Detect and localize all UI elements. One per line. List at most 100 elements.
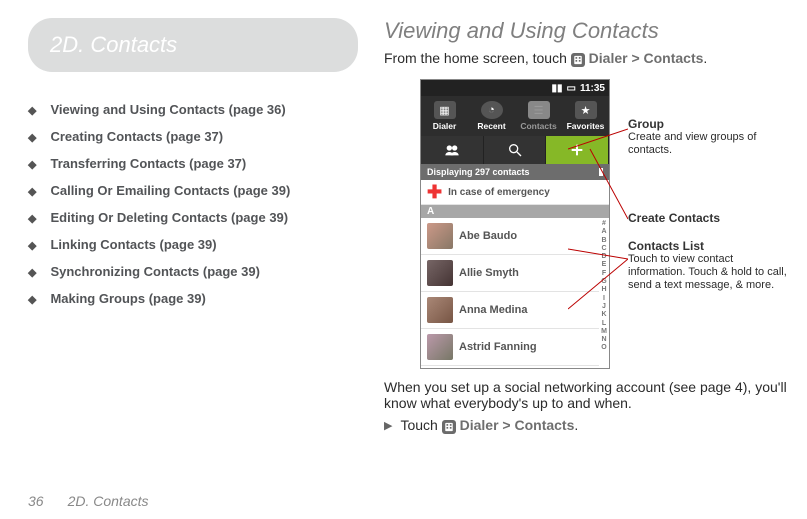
- contact-row[interactable]: Allie Smyth: [421, 255, 599, 292]
- bullet-icon: ◆: [28, 264, 36, 282]
- avatar: [427, 260, 453, 286]
- dialer-icon: [442, 420, 456, 434]
- index-char[interactable]: E: [602, 261, 607, 269]
- recent-tab-icon: ◔: [481, 101, 503, 119]
- index-char[interactable]: L: [602, 320, 606, 328]
- toc-item[interactable]: Editing Or Deleting Contacts (page 39): [50, 210, 288, 225]
- bullet-icon: ◆: [28, 210, 36, 228]
- index-char[interactable]: G: [601, 278, 606, 286]
- index-char[interactable]: M: [601, 328, 607, 336]
- callout-create-title: Create Contacts: [628, 211, 720, 225]
- tab-favorites[interactable]: ★ Favorites: [562, 96, 609, 136]
- bullet-icon: ◆: [28, 291, 36, 309]
- intro-part-c: .: [703, 50, 707, 66]
- status-bar: ▮▮ ▭ 11:35: [421, 80, 609, 96]
- callout-list-title: Contacts List: [628, 239, 790, 253]
- tab-recent[interactable]: ◔ Recent: [468, 96, 515, 136]
- dialer-icon: [571, 53, 585, 67]
- index-char[interactable]: J: [602, 303, 606, 311]
- contact-row[interactable]: Astrid Fanning: [421, 329, 599, 366]
- intro-path: Dialer > Contacts: [589, 50, 704, 66]
- callout-group-title: Group: [628, 117, 790, 131]
- contact-row[interactable]: Abe Baudo: [421, 218, 599, 255]
- callout-list-desc: Touch to view contact information. Touch…: [628, 253, 790, 292]
- tab-favorites-label: Favorites: [567, 121, 605, 131]
- toc-item[interactable]: Linking Contacts (page 39): [50, 237, 216, 252]
- tab-dialer-label: Dialer: [433, 121, 457, 131]
- group-button[interactable]: [421, 136, 484, 164]
- bullet-icon: ◆: [28, 156, 36, 174]
- index-char[interactable]: D: [601, 253, 606, 261]
- callout-group-desc: Create and view groups of contacts.: [628, 131, 790, 157]
- bullet-icon: ◆: [28, 102, 36, 120]
- footer-title: 2D. Contacts: [68, 493, 149, 509]
- index-char[interactable]: F: [602, 270, 606, 278]
- contact-name: Allie Smyth: [459, 267, 519, 279]
- contact-name: Abe Baudo: [459, 230, 517, 242]
- toc-item[interactable]: Making Groups (page 39): [50, 291, 205, 306]
- battery-icon: ▭: [567, 83, 576, 94]
- outro-text: When you set up a social networking acco…: [384, 379, 790, 411]
- callout-create: Create Contacts: [628, 211, 720, 225]
- outro-step: ▶ Touch Dialer > Contacts.: [384, 417, 790, 434]
- page-number: 36: [28, 493, 44, 509]
- table-of-contents: ◆ Viewing and Using Contacts (page 36) ◆ C…: [28, 102, 358, 309]
- toc-item[interactable]: Synchronizing Contacts (page 39): [50, 264, 259, 279]
- search-button[interactable]: [484, 136, 547, 164]
- alpha-section-header: A: [421, 205, 609, 218]
- contact-row[interactable]: Anna Medina: [421, 292, 599, 329]
- index-char[interactable]: B: [601, 237, 606, 245]
- page-footer: 36 2D. Contacts: [28, 493, 149, 509]
- toc-item[interactable]: Viewing and Using Contacts (page 36): [50, 102, 285, 117]
- contact-name: Anna Medina: [459, 304, 527, 316]
- callouts-panel: Group Create and view groups of contacts…: [620, 79, 790, 369]
- add-contact-button[interactable]: [546, 136, 609, 164]
- tab-contacts[interactable]: ☰ Contacts: [515, 96, 562, 136]
- callout-group: Group Create and view groups of contacts…: [628, 117, 790, 157]
- index-char[interactable]: I: [603, 295, 605, 303]
- callout-list: Contacts List Touch to view contact info…: [628, 239, 790, 292]
- device-screenshot: ▮▮ ▭ 11:35 ▦ Dialer ◔ Recent ☰ Cont: [420, 79, 610, 369]
- contacts-list: Abe Baudo Allie Smyth Anna Medina A: [421, 218, 599, 366]
- tabs-row: ▦ Dialer ◔ Recent ☰ Contacts ★ Favorites: [421, 96, 609, 136]
- outro2-a: Touch: [400, 417, 441, 433]
- toc-item[interactable]: Creating Contacts (page 37): [50, 129, 223, 144]
- clock-label: 11:35: [580, 83, 605, 94]
- contact-count-label: Displaying 297 contacts: [427, 167, 530, 177]
- contact-name: Astrid Fanning: [459, 341, 537, 353]
- outro2-c: .: [574, 417, 578, 433]
- index-char[interactable]: K: [601, 311, 606, 319]
- emergency-plus-icon: ✚: [427, 185, 442, 199]
- index-char[interactable]: #: [602, 220, 606, 228]
- intro-text: From the home screen, touch Dialer > Con…: [384, 50, 790, 67]
- contacts-tab-icon: ☰: [528, 101, 550, 119]
- bullet-icon: ◆: [28, 237, 36, 255]
- bullet-icon: ◆: [28, 129, 36, 147]
- index-char[interactable]: O: [601, 344, 606, 352]
- intro-part-a: From the home screen, touch: [384, 50, 571, 66]
- chapter-chip: 2D. Contacts: [28, 18, 358, 72]
- contact-count-bar: Displaying 297 contacts: [421, 164, 609, 180]
- scrollbar-icon[interactable]: [599, 168, 603, 176]
- outro2-path: Dialer > Contacts: [460, 417, 575, 433]
- emergency-row[interactable]: ✚ In case of emergency: [421, 180, 609, 205]
- section-heading: Viewing and Using Contacts: [384, 18, 790, 44]
- index-char[interactable]: A: [601, 228, 606, 236]
- favorites-tab-icon: ★: [575, 101, 597, 119]
- signal-icon: ▮▮: [552, 83, 563, 94]
- dialer-tab-icon: ▦: [434, 101, 456, 119]
- bullet-icon: ◆: [28, 183, 36, 201]
- alpha-index-bar[interactable]: # A B C D E F G H I J K L M N: [599, 218, 609, 366]
- tab-contacts-label: Contacts: [520, 121, 556, 131]
- index-char[interactable]: N: [601, 336, 606, 344]
- tab-recent-label: Recent: [477, 121, 505, 131]
- avatar: [427, 223, 453, 249]
- step-bullet-icon: ▶: [384, 419, 392, 432]
- toc-item[interactable]: Transferring Contacts (page 37): [50, 156, 246, 171]
- toc-item[interactable]: Calling Or Emailing Contacts (page 39): [50, 183, 290, 198]
- index-char[interactable]: C: [601, 245, 606, 253]
- avatar: [427, 334, 453, 360]
- index-char[interactable]: H: [601, 286, 606, 294]
- avatar: [427, 297, 453, 323]
- tab-dialer[interactable]: ▦ Dialer: [421, 96, 468, 136]
